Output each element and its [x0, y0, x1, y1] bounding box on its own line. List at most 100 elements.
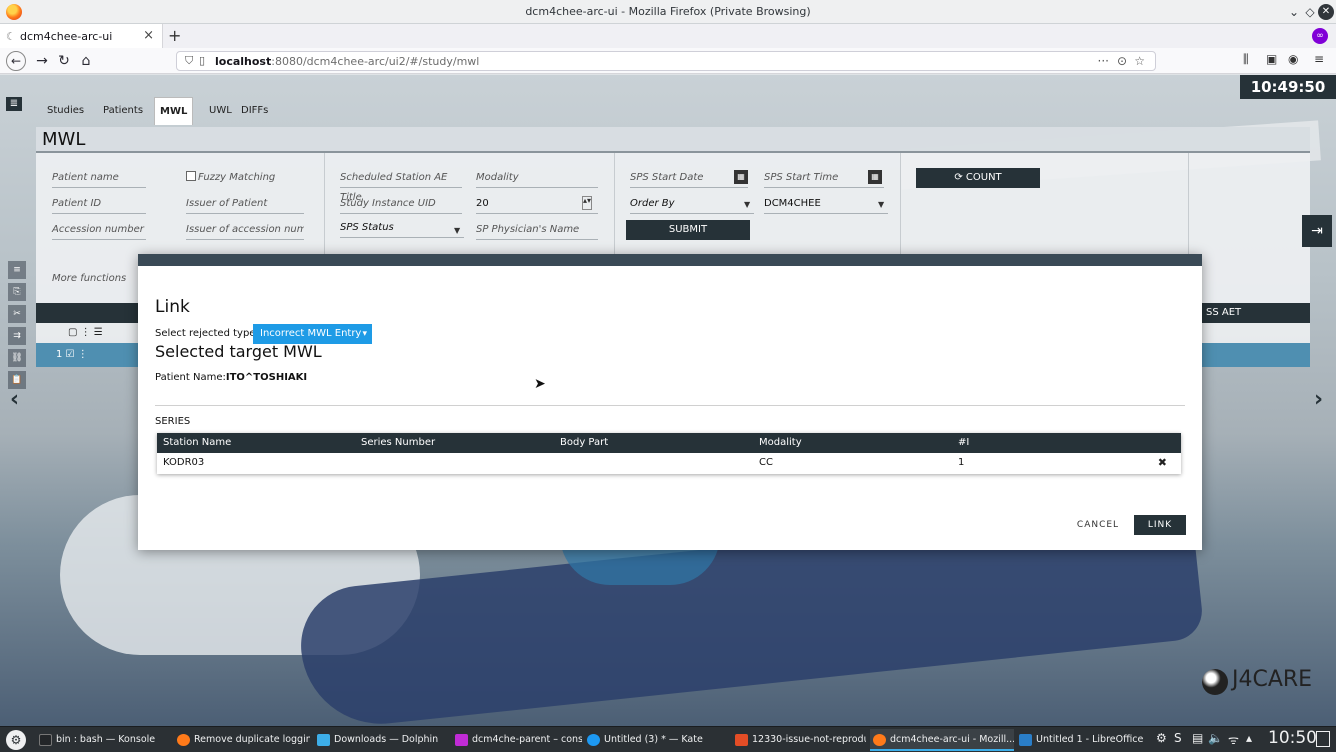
merge-icon[interactable]: ⇉	[8, 327, 26, 345]
checkbox-icon[interactable]	[186, 171, 196, 181]
app-launcher-icon[interactable]: ⚙	[6, 730, 26, 750]
forward-icon[interactable]: →	[32, 51, 52, 71]
aet-select[interactable]: DCM4CHEE	[764, 194, 888, 214]
patient-id-input[interactable]: Patient ID	[52, 194, 146, 214]
chevron-down-icon[interactable]: ▼	[454, 226, 460, 235]
tab-uwl[interactable]: UWL	[204, 97, 237, 125]
account-icon[interactable]: ◉	[1288, 52, 1298, 66]
task-firefox-1[interactable]: Remove duplicate loggin...	[174, 729, 310, 751]
tray-expand-icon[interactable]: ▴	[1246, 731, 1252, 745]
rejected-type-select[interactable]: Incorrect MWL Entry ▾	[253, 324, 372, 344]
wifi-icon[interactable]: ᯤ	[1228, 731, 1239, 748]
copy-icon[interactable]: ⎘	[8, 283, 26, 301]
table-row[interactable]: KODR03 CC 1 ✖	[157, 453, 1181, 474]
stepper-arrows-icon[interactable]: ▴▾	[582, 196, 592, 210]
modality-input[interactable]: Modality	[476, 168, 598, 188]
page-actions-icon[interactable]: ···	[1098, 54, 1109, 68]
chevron-down-icon[interactable]: ▼	[744, 200, 750, 209]
sidebar-icon[interactable]: ▣	[1266, 52, 1277, 66]
task-konsole[interactable]: bin : bash — Konsole	[36, 729, 168, 751]
bookmark-star-icon[interactable]: ☆	[1134, 54, 1145, 68]
select-all-icon[interactable]: ▢ ⋮ ☰	[68, 327, 103, 338]
task-libreoffice[interactable]: Untitled 1 - LibreOffice W...	[1016, 729, 1146, 751]
firefox-icon	[177, 734, 190, 746]
patient-name: Patient Name:ITO^TOSHIAKI	[155, 372, 307, 383]
task-browser-2[interactable]: 12330-issue-not-reprodu...	[732, 729, 866, 751]
cancel-button[interactable]: CANCEL	[1067, 515, 1129, 535]
reload-icon[interactable]: ↻	[54, 51, 74, 71]
sps-start-time-input[interactable]: SPS Start Time	[764, 168, 884, 188]
more-functions-link[interactable]: More functions	[52, 269, 146, 289]
ss-aet-header: SS AET	[1206, 307, 1242, 318]
scheduled-station-ae-input[interactable]: Scheduled Station AE Title	[340, 168, 462, 203]
skype-tray-icon[interactable]: S	[1174, 731, 1182, 745]
page-icon[interactable]: ▯	[199, 54, 205, 67]
series-table: Station Name Series Number Body Part Mod…	[157, 433, 1181, 474]
count-button[interactable]: ⟳ COUNT	[916, 168, 1040, 188]
tab-diffs[interactable]: DIFFs	[236, 97, 273, 125]
home-icon[interactable]: ⌂	[76, 51, 96, 71]
limit-stepper[interactable]: 20	[476, 194, 598, 214]
patient-name-value: ITO^TOSHIAKI	[225, 372, 308, 383]
minimize-icon[interactable]: ⌄	[1286, 4, 1302, 20]
link-button[interactable]: LINK	[1134, 515, 1186, 535]
show-desktop-icon[interactable]	[1316, 731, 1330, 747]
task-dolphin[interactable]: Downloads — Dolphin	[314, 729, 446, 751]
issuer-of-accession-input[interactable]: Issuer of accession number	[186, 220, 304, 240]
new-tab-icon[interactable]: +	[168, 26, 181, 45]
logout-icon[interactable]: ⇥	[1302, 215, 1332, 247]
task-kate[interactable]: Untitled (3) * — Kate	[584, 729, 710, 751]
taskbar: ⚙ bin : bash — Konsole Remove duplicate …	[0, 726, 1336, 752]
task-label: dcm4chee-arc-ui - Mozill...	[890, 734, 1014, 745]
task-label: bin : bash — Konsole	[56, 734, 156, 745]
menu-icon[interactable]: ≡	[1314, 52, 1324, 66]
browser-tab[interactable]: ☾ dcm4chee-arc-ui ×	[0, 24, 163, 48]
remove-row-icon[interactable]: ✖	[1158, 453, 1167, 473]
dialog-header-bar	[138, 254, 1202, 266]
library-icon[interactable]: ⫼	[1243, 52, 1249, 67]
window-titlebar: dcm4chee-arc-ui - Mozilla Firefox (Priva…	[0, 0, 1336, 24]
issuer-of-patient-input[interactable]: Issuer of Patient	[186, 194, 304, 214]
tab-mwl[interactable]: MWL	[154, 97, 194, 125]
link-icon[interactable]: ⛓	[8, 349, 26, 367]
maximize-icon[interactable]: ◇	[1302, 4, 1318, 20]
sp-physician-input[interactable]: SP Physician's Name	[476, 220, 598, 240]
patient-name-input[interactable]: Patient name	[52, 168, 146, 188]
list-check-icon[interactable]: ≡	[8, 261, 26, 279]
url-host: localhost	[215, 55, 272, 68]
fuzzy-matching-checkbox[interactable]: Fuzzy Matching	[186, 168, 304, 188]
col-station-name: Station Name	[163, 437, 232, 448]
tab-studies[interactable]: Studies	[42, 97, 89, 125]
volume-icon[interactable]: 🔈	[1208, 731, 1223, 745]
chevron-right-icon[interactable]: ›	[1314, 387, 1323, 412]
tab-close-icon[interactable]: ×	[143, 28, 154, 43]
sps-status-select[interactable]: SPS Status	[340, 218, 464, 238]
task-label: Untitled 1 - LibreOffice W...	[1036, 734, 1146, 745]
clipboard-tray-icon[interactable]: ▤	[1192, 731, 1203, 745]
table-header: Station Name Series Number Body Part Mod…	[157, 433, 1181, 453]
order-by-select[interactable]: Order By	[630, 194, 754, 214]
cut-icon[interactable]: ✂	[8, 305, 26, 323]
back-icon[interactable]: ←	[6, 51, 26, 71]
chevron-left-icon[interactable]: ‹	[10, 387, 19, 412]
sidebar-toggle-icon[interactable]: ≣	[6, 97, 22, 111]
private-browsing-icon: ∞	[1312, 28, 1328, 44]
submit-button[interactable]: SUBMIT	[626, 220, 750, 240]
accession-number-input[interactable]: Accession number	[52, 220, 146, 240]
col-series-number: Series Number	[361, 437, 436, 448]
task-intellij[interactable]: dcm4che-parent – consol...	[452, 729, 582, 751]
chevron-down-icon[interactable]: ▼	[878, 200, 884, 209]
shield-icon[interactable]: ⛉	[185, 54, 193, 68]
window-close-icon[interactable]: ✕	[1318, 4, 1334, 20]
sps-start-date-input[interactable]: SPS Start Date	[630, 168, 748, 188]
calendar-icon[interactable]: ▦	[868, 170, 882, 184]
url-bar[interactable]: ⛉ ▯ localhost:8080/dcm4chee-arc/ui2/#/st…	[176, 51, 1156, 71]
cell-station-name: KODR03	[163, 457, 205, 468]
task-firefox-active[interactable]: dcm4chee-arc-ui - Mozill...	[870, 729, 1014, 751]
settings-tray-icon[interactable]: ⚙	[1156, 731, 1167, 745]
tab-patients[interactable]: Patients	[98, 97, 148, 125]
pocket-icon[interactable]: ⊙	[1117, 54, 1127, 68]
ide-icon	[455, 734, 468, 746]
calendar-icon[interactable]: ▦	[734, 170, 748, 184]
study-instance-uid-input[interactable]: Study Instance UID	[340, 194, 462, 214]
